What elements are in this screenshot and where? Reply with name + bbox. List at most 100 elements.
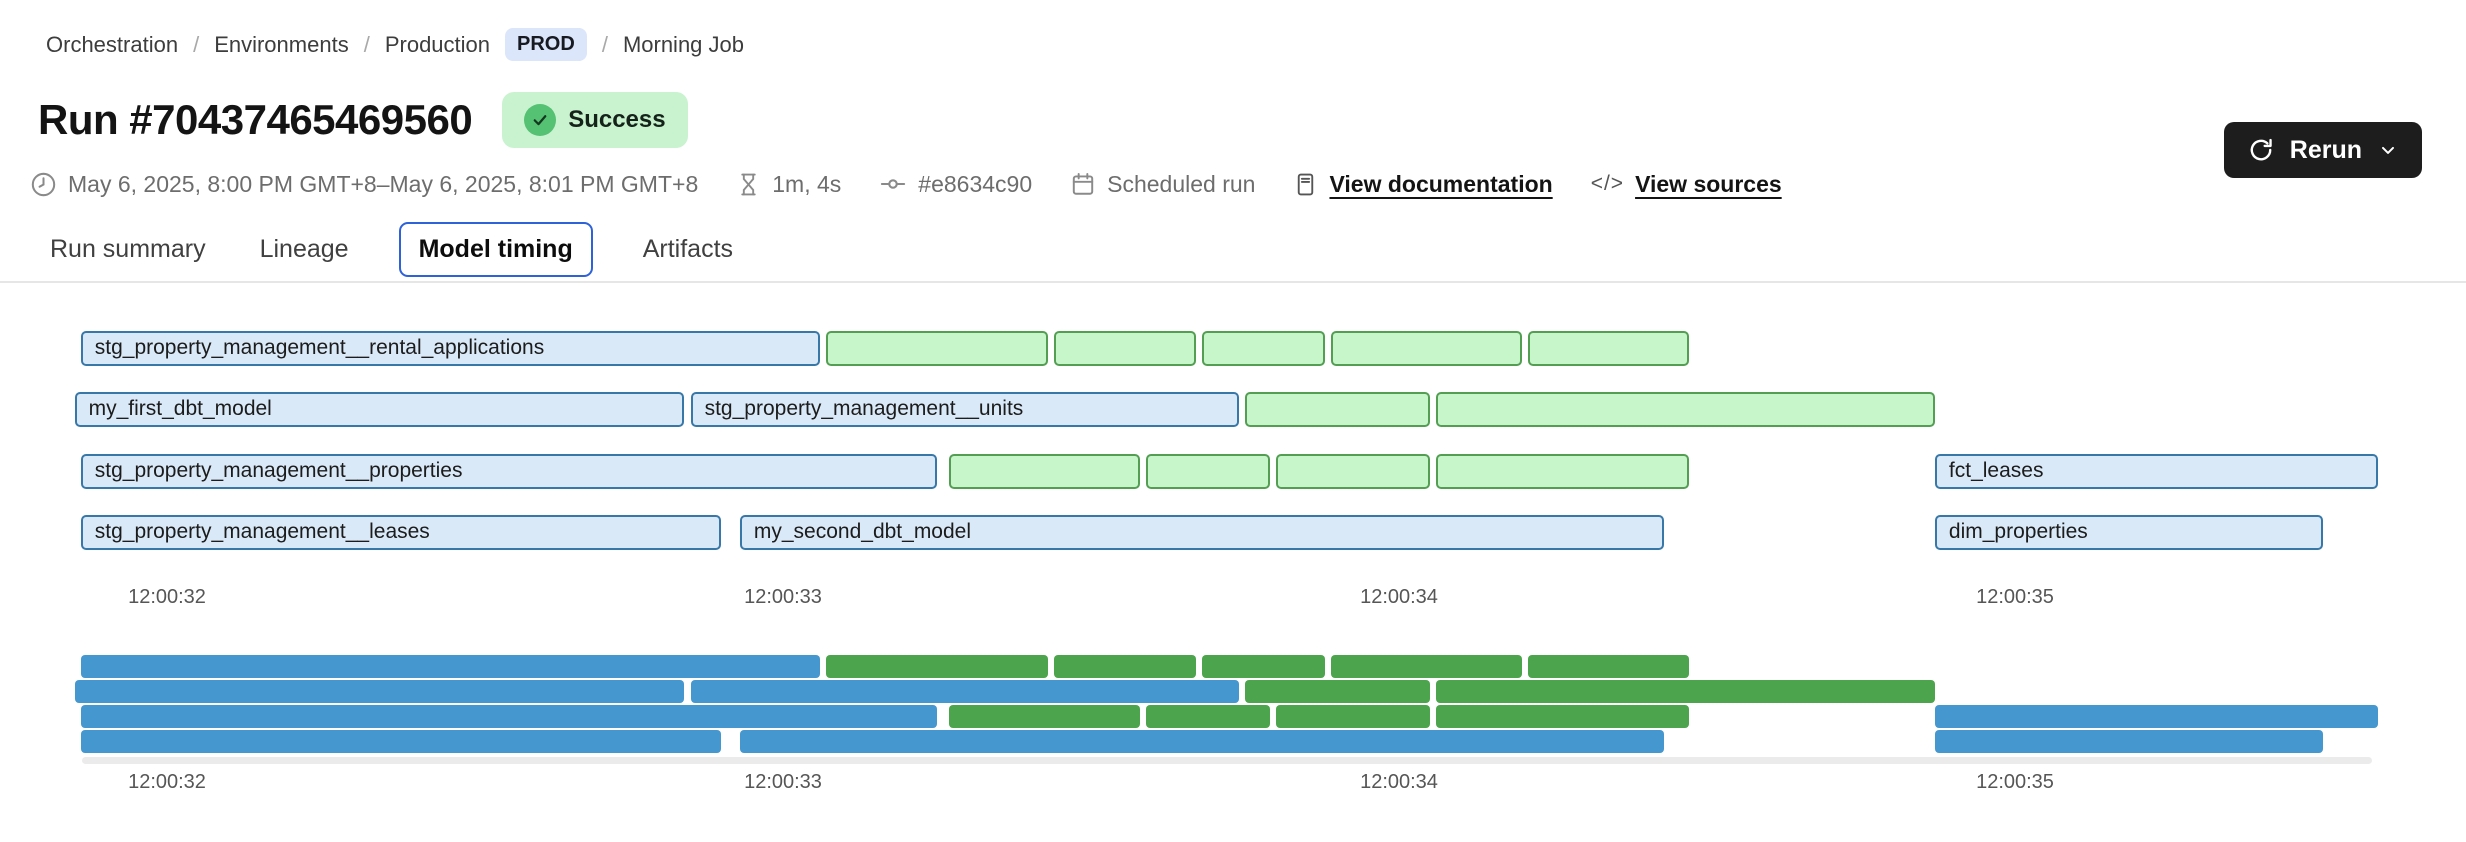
run-time-range: May 6, 2025, 8:00 PM GMT+8–May 6, 2025, …: [30, 171, 698, 198]
run-trigger-text: Scheduled run: [1107, 171, 1255, 198]
gantt-bar-label: dim_properties: [1937, 517, 2321, 547]
tab-run-summary[interactable]: Run summary: [46, 222, 210, 277]
minimap-bar-green[interactable]: [1202, 655, 1325, 678]
minimap-scrollbar-track[interactable]: [82, 757, 2372, 764]
run-tabs: Run summary Lineage Model timing Artifacts: [46, 220, 737, 278]
breadcrumb-separator: /: [364, 32, 370, 58]
breadcrumb-separator: /: [193, 32, 199, 58]
view-sources-text[interactable]: View sources: [1635, 171, 1782, 198]
gantt-bar-label: stg_property_management__properties: [83, 456, 935, 486]
gantt-bar-green[interactable]: [949, 454, 1140, 489]
gantt-bar-my-second-dbt-model[interactable]: my_second_dbt_model: [740, 515, 1664, 550]
gantt-bar-green[interactable]: [1245, 392, 1430, 427]
view-documentation-text[interactable]: View documentation: [1329, 171, 1552, 198]
calendar-icon: [1070, 171, 1096, 197]
axis-tick-label: 12:00:33: [744, 586, 822, 609]
minimap-bar-blue[interactable]: [81, 730, 722, 753]
tab-artifacts[interactable]: Artifacts: [639, 222, 737, 277]
gantt-bar-green[interactable]: [1436, 392, 1935, 427]
gantt-bar-green[interactable]: [1146, 454, 1269, 489]
title-row: Run #70437465469560 Success: [38, 92, 688, 148]
axis-tick-label: 12:00:34: [1360, 586, 1438, 609]
documentation-icon: [1293, 172, 1318, 197]
gantt-bar-green[interactable]: [1202, 331, 1325, 366]
axis-tick-label: 12:00:33: [744, 771, 822, 794]
success-check-icon: [524, 104, 556, 136]
run-time-range-text: May 6, 2025, 8:00 PM GMT+8–May 6, 2025, …: [68, 171, 698, 198]
minimap-bar-blue[interactable]: [1935, 730, 2323, 753]
refresh-icon: [2248, 137, 2274, 163]
model-timing-chart: stg_property_management__rental_applicat…: [0, 283, 2466, 613]
hourglass-icon: [736, 172, 761, 197]
axis-tick-label: 12:00:35: [1976, 586, 2054, 609]
minimap-bar-green[interactable]: [1146, 705, 1269, 728]
minimap-bar-green[interactable]: [826, 655, 1048, 678]
gantt-bar-label: fct_leases: [1937, 456, 2377, 486]
run-duration: 1m, 4s: [736, 171, 841, 198]
commit-hash: #e8634c90: [879, 170, 1032, 198]
axis-tick-label: 12:00:32: [128, 586, 206, 609]
gantt-bar-fct-leases[interactable]: fct_leases: [1935, 454, 2379, 489]
environment-badge: PROD: [505, 28, 587, 61]
minimap-bar-green[interactable]: [1054, 655, 1196, 678]
gantt-bar-label: stg_property_management__leases: [83, 517, 720, 547]
code-icon: </>: [1591, 172, 1624, 196]
gantt-bar-label: stg_property_management__units: [693, 394, 1237, 424]
gantt-bar-dim-properties[interactable]: dim_properties: [1935, 515, 2323, 550]
commit-icon: [879, 170, 907, 198]
axis-tick-label: 12:00:35: [1976, 771, 2054, 794]
minimap-bar-blue[interactable]: [81, 705, 937, 728]
gantt-bar-green[interactable]: [1054, 331, 1196, 366]
gantt-bar-stg-property-management-rental-applications[interactable]: stg_property_management__rental_applicat…: [81, 331, 820, 366]
run-duration-text: 1m, 4s: [772, 171, 841, 198]
minimap-bar-blue[interactable]: [740, 730, 1664, 753]
minimap-bar-green[interactable]: [1331, 655, 1522, 678]
run-trigger: Scheduled run: [1070, 171, 1255, 198]
minimap-bar-blue[interactable]: [691, 680, 1239, 703]
status-badge: Success: [502, 92, 687, 148]
gantt-bar-label: my_second_dbt_model: [742, 517, 1662, 547]
minimap-bar-blue[interactable]: [75, 680, 685, 703]
minimap-bar-green[interactable]: [1528, 655, 1688, 678]
gantt-bar-stg-property-management-leases[interactable]: stg_property_management__leases: [81, 515, 722, 550]
breadcrumb-production[interactable]: Production: [385, 32, 490, 58]
minimap-bar-blue[interactable]: [81, 655, 820, 678]
chevron-down-icon[interactable]: [2378, 140, 2398, 160]
minimap-bar-green[interactable]: [949, 705, 1140, 728]
minimap-bar-green[interactable]: [1276, 705, 1430, 728]
tab-lineage[interactable]: Lineage: [256, 222, 353, 277]
axis-tick-label: 12:00:32: [128, 771, 206, 794]
gantt-bar-stg-property-management-units[interactable]: stg_property_management__units: [691, 392, 1239, 427]
gantt-bar-label: stg_property_management__rental_applicat…: [83, 333, 818, 363]
view-documentation-link[interactable]: View documentation: [1293, 171, 1552, 198]
minimap-bar-green[interactable]: [1436, 680, 1935, 703]
axis-tick-label: 12:00:34: [1360, 771, 1438, 794]
commit-hash-text[interactable]: #e8634c90: [918, 171, 1032, 198]
gantt-bar-green[interactable]: [1276, 454, 1430, 489]
gantt-bar-green[interactable]: [1436, 454, 1689, 489]
tab-model-timing[interactable]: Model timing: [399, 222, 593, 277]
breadcrumb-separator: /: [602, 32, 608, 58]
breadcrumb: Orchestration / Environments / Productio…: [46, 28, 744, 61]
breadcrumb-orchestration[interactable]: Orchestration: [46, 32, 178, 58]
minimap-bar-green[interactable]: [1436, 705, 1689, 728]
gantt-bar-green[interactable]: [1528, 331, 1688, 366]
rerun-button[interactable]: Rerun: [2224, 122, 2422, 178]
breadcrumb-environments[interactable]: Environments: [214, 32, 349, 58]
clock-icon: [30, 171, 57, 198]
status-badge-label: Success: [568, 106, 665, 134]
rerun-button-label: Rerun: [2290, 136, 2362, 165]
gantt-bar-label: my_first_dbt_model: [77, 394, 683, 424]
gantt-bar-green[interactable]: [826, 331, 1048, 366]
run-detail-page: Orchestration / Environments / Productio…: [0, 0, 2466, 842]
gantt-bar-my-first-dbt-model[interactable]: my_first_dbt_model: [75, 392, 685, 427]
minimap-bar-green[interactable]: [1245, 680, 1430, 703]
gantt-bar-green[interactable]: [1331, 331, 1522, 366]
run-meta-row: May 6, 2025, 8:00 PM GMT+8–May 6, 2025, …: [30, 170, 1782, 198]
breadcrumb-morning-job[interactable]: Morning Job: [623, 32, 744, 58]
gantt-bar-stg-property-management-properties[interactable]: stg_property_management__properties: [81, 454, 937, 489]
page-title: Run #70437465469560: [38, 96, 472, 144]
model-timing-minimap[interactable]: 12:00:32 12:00:33 12:00:34 12:00:35: [0, 613, 2466, 813]
minimap-bar-blue[interactable]: [1935, 705, 2379, 728]
view-sources-link[interactable]: </> View sources: [1591, 171, 1782, 198]
